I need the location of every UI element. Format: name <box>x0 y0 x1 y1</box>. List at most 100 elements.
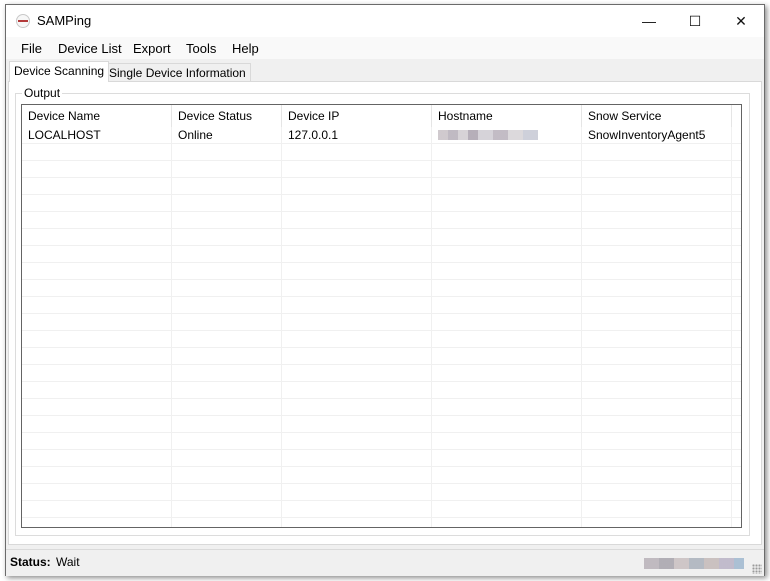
cell-device-name <box>22 450 172 467</box>
cell-device-ip <box>282 280 432 297</box>
tab-single-device-information[interactable]: Single Device Information <box>104 63 251 82</box>
cell-hostname <box>432 484 582 501</box>
status-label: Status: <box>10 555 51 569</box>
menu-device-list[interactable]: Device List <box>58 41 122 56</box>
cell-device-status <box>172 467 282 484</box>
cell-hostname <box>432 229 582 246</box>
cell-device-ip <box>282 348 432 365</box>
cell-hostname <box>432 518 582 527</box>
cell-device-ip <box>282 433 432 450</box>
hostname-redacted <box>438 130 538 140</box>
resize-grip-icon[interactable] <box>752 564 762 574</box>
empty-row <box>22 399 741 416</box>
cell-hostname <box>432 127 582 144</box>
cell-snow-service <box>582 450 732 467</box>
menu-tools[interactable]: Tools <box>186 41 216 56</box>
cell-device-status <box>172 484 282 501</box>
title-bar: SAMPing — ☐ ✕ <box>6 5 764 37</box>
cell-device-name <box>22 212 172 229</box>
cell-snow-service <box>582 416 732 433</box>
empty-row <box>22 297 741 314</box>
cell-device-name <box>22 263 172 280</box>
table-row[interactable]: LOCALHOST Online 127.0.0.1 SnowInventoryAge… <box>22 127 741 144</box>
cell-device-status <box>172 433 282 450</box>
cell-device-name <box>22 518 172 527</box>
device-scanning-page: Output Device Name Device Status Device … <box>8 81 762 545</box>
cell-hostname <box>432 246 582 263</box>
cell-hostname <box>432 348 582 365</box>
empty-row <box>22 229 741 246</box>
cell-device-name <box>22 501 172 518</box>
cell-device-status <box>172 144 282 161</box>
tab-device-scanning[interactable]: Device Scanning <box>9 61 110 82</box>
cell-device-ip <box>282 314 432 331</box>
close-button[interactable]: ✕ <box>718 5 764 37</box>
cell-snow-service <box>582 348 732 365</box>
cell-device-ip <box>282 263 432 280</box>
cell-hostname <box>432 195 582 212</box>
window-title: SAMPing <box>37 13 92 28</box>
cell-hostname <box>432 297 582 314</box>
cell-device-ip <box>282 229 432 246</box>
column-header-device-ip[interactable]: Device IP <box>282 105 432 127</box>
cell-snow-service <box>582 195 732 212</box>
cell-device-status <box>172 195 282 212</box>
cell-device-name <box>22 246 172 263</box>
cell-device-status <box>172 280 282 297</box>
cell-hostname <box>432 263 582 280</box>
menu-file[interactable]: File <box>21 41 42 56</box>
empty-row <box>22 501 741 518</box>
empty-row <box>22 484 741 501</box>
cell-device-status <box>172 246 282 263</box>
menu-help[interactable]: Help <box>232 41 259 56</box>
cell-device-status <box>172 416 282 433</box>
cell-snow-service <box>582 382 732 399</box>
cell-device-ip <box>282 467 432 484</box>
column-header-hostname[interactable]: Hostname <box>432 105 582 127</box>
tab-strip: Device Scanning Single Device Informatio… <box>6 60 764 82</box>
empty-row <box>22 195 741 212</box>
empty-row <box>22 161 741 178</box>
empty-row <box>22 518 741 527</box>
cell-device-ip <box>282 144 432 161</box>
close-icon: ✕ <box>735 12 747 29</box>
cell-snow-service <box>582 229 732 246</box>
cell-device-name <box>22 144 172 161</box>
minimize-icon: — <box>642 13 656 29</box>
cell-snow-service: SnowInventoryAgent5 <box>582 127 732 144</box>
column-header-snow-service[interactable]: Snow Service <box>582 105 732 127</box>
cell-device-status <box>172 382 282 399</box>
cell-snow-service <box>582 467 732 484</box>
status-bar: Status: Wait <box>6 549 764 576</box>
minimize-button[interactable]: — <box>626 5 672 37</box>
cell-device-name <box>22 280 172 297</box>
cell-device-ip <box>282 195 432 212</box>
empty-row <box>22 467 741 484</box>
cell-hostname <box>432 433 582 450</box>
column-header-device-name[interactable]: Device Name <box>22 105 172 127</box>
cell-device-name <box>22 229 172 246</box>
cell-device-name <box>22 348 172 365</box>
cell-device-status <box>172 518 282 527</box>
cell-snow-service <box>582 365 732 382</box>
cell-snow-service <box>582 484 732 501</box>
cell-device-status <box>172 399 282 416</box>
samping-window: SAMPing — ☐ ✕ File Device List Export To… <box>5 4 765 576</box>
empty-row <box>22 433 741 450</box>
cell-snow-service <box>582 144 732 161</box>
column-header-device-status[interactable]: Device Status <box>172 105 282 127</box>
menu-export[interactable]: Export <box>133 41 171 56</box>
cell-device-name <box>22 365 172 382</box>
cell-hostname <box>432 467 582 484</box>
cell-device-ip <box>282 331 432 348</box>
cell-device-name <box>22 467 172 484</box>
cell-snow-service <box>582 178 732 195</box>
cell-hostname <box>432 144 582 161</box>
cell-device-ip <box>282 212 432 229</box>
cell-hostname <box>432 501 582 518</box>
cell-device-name <box>22 433 172 450</box>
device-list-view[interactable]: Device Name Device Status Device IP Host… <box>21 104 742 528</box>
empty-row <box>22 450 741 467</box>
maximize-button[interactable]: ☐ <box>672 5 718 37</box>
cell-device-name <box>22 399 172 416</box>
